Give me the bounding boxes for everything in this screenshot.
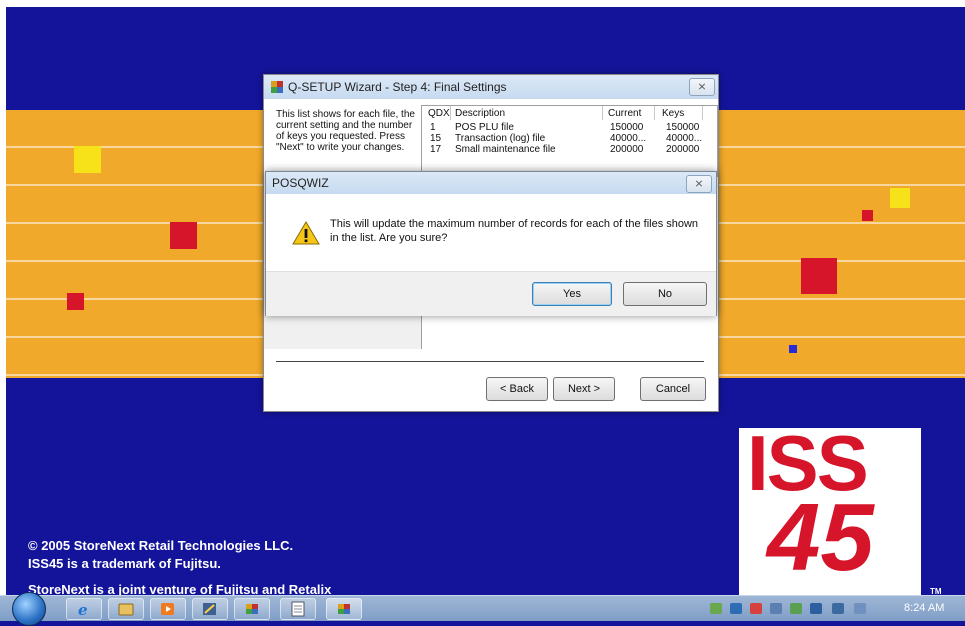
- dialog-title: POSQWIZ: [272, 176, 329, 190]
- tray-alert-icon[interactable]: [750, 603, 762, 614]
- dialog-close-button[interactable]: ⨯: [686, 175, 712, 193]
- windows-explorer-icon: [118, 603, 134, 616]
- wizard-left-panel: [264, 315, 421, 349]
- wizard-app-icon: [271, 81, 283, 93]
- taskbar: e 8:24 AM: [0, 592, 965, 626]
- dialog-titlebar[interactable]: POSQWIZ ⨯: [266, 172, 716, 194]
- tray-monitor-icon[interactable]: [810, 603, 822, 614]
- wallpaper-square: [789, 345, 797, 353]
- top-edge: [0, 0, 965, 7]
- setup-icon: [246, 604, 258, 614]
- column-header-keys[interactable]: Keys: [662, 108, 684, 119]
- internet-explorer-icon: e: [78, 601, 88, 619]
- wallpaper-square: [890, 188, 910, 208]
- dialog-footer: Yes No: [266, 271, 716, 316]
- confirm-dialog: POSQWIZ ⨯ This will update the maximum n…: [265, 171, 717, 316]
- wallpaper-square: [67, 293, 84, 310]
- back-button[interactable]: < Back: [486, 377, 548, 401]
- dialog-body: This will update the maximum number of r…: [266, 194, 716, 271]
- tray-speaker-icon[interactable]: [854, 603, 866, 614]
- wallpaper-square: [74, 146, 101, 173]
- paint-icon: [203, 603, 216, 615]
- tray-power-icon[interactable]: [832, 603, 844, 614]
- taskbar-notepad[interactable]: [280, 598, 316, 620]
- column-divider: [654, 106, 655, 120]
- cell-qdx: 1: [430, 122, 436, 133]
- wizard-description: This list shows for each file, the curre…: [276, 109, 415, 153]
- wallpaper-square: [862, 210, 873, 221]
- iss45-logo: ISS 45: [739, 428, 921, 595]
- column-divider: [450, 106, 451, 120]
- warning-icon: [292, 221, 320, 245]
- tray-sync-icon[interactable]: [790, 603, 802, 614]
- column-header-qdx[interactable]: QDX: [428, 108, 450, 119]
- cell-keys: 150000: [666, 122, 700, 133]
- trademark-line: ISS45 is a trademark of Fujitsu.: [28, 556, 221, 571]
- svg-text:e: e: [78, 601, 88, 619]
- cell-keys: 40000...: [666, 133, 703, 144]
- notepad-icon: [291, 601, 305, 617]
- cell-qdx: 15: [430, 133, 442, 144]
- start-button[interactable]: [12, 592, 46, 626]
- wallpaper-square: [170, 222, 197, 249]
- logo-45: 45: [767, 484, 874, 591]
- cell-current: 200000: [610, 144, 644, 155]
- media-player-icon: [161, 603, 174, 615]
- taskbar-media-player[interactable]: [150, 598, 186, 620]
- wizard-list-area: [421, 315, 717, 349]
- cell-current: 40000...: [610, 133, 647, 144]
- column-divider: [602, 106, 603, 120]
- yes-button[interactable]: Yes: [532, 282, 612, 306]
- wizard-icon: [338, 604, 350, 614]
- taskbar-internet-explorer[interactable]: e: [66, 598, 102, 620]
- wizard-title: Q-SETUP Wizard - Step 4: Final Settings: [288, 80, 507, 94]
- cell-description: Small maintenance file: [455, 144, 556, 155]
- wizard-titlebar[interactable]: Q-SETUP Wizard - Step 4: Final Settings …: [264, 75, 718, 99]
- cell-keys: 200000: [666, 144, 700, 155]
- column-header-description[interactable]: Description: [455, 108, 505, 119]
- next-button[interactable]: Next >: [553, 377, 615, 401]
- cell-current: 150000: [610, 122, 644, 133]
- taskbar-explorer[interactable]: [108, 598, 144, 620]
- tray-network-icon[interactable]: [730, 603, 742, 614]
- cell-description: Transaction (log) file: [455, 133, 546, 144]
- column-header-current[interactable]: Current: [608, 108, 641, 119]
- taskbar-paint[interactable]: [192, 598, 228, 620]
- dialog-message: This will update the maximum number of r…: [330, 218, 699, 244]
- tray-volume-icon[interactable]: [770, 603, 782, 614]
- tray-device-icon[interactable]: [710, 603, 722, 614]
- cancel-button[interactable]: Cancel: [640, 377, 706, 401]
- files-list[interactable]: QDX Description Current Keys 1 POS PLU f…: [421, 105, 718, 177]
- wizard-close-button[interactable]: ⨯: [689, 78, 715, 96]
- wizard-separator: [276, 361, 704, 362]
- no-button[interactable]: No: [623, 282, 707, 306]
- cell-description: POS PLU file: [455, 122, 514, 133]
- taskbar-wizard[interactable]: [326, 598, 362, 620]
- cell-qdx: 17: [430, 144, 442, 155]
- copyright-line: © 2005 StoreNext Retail Technologies LLC…: [28, 538, 294, 553]
- wallpaper-square: [801, 258, 837, 294]
- column-divider: [702, 106, 703, 120]
- taskbar-setup[interactable]: [234, 598, 270, 620]
- taskbar-clock[interactable]: 8:24 AM: [904, 602, 944, 614]
